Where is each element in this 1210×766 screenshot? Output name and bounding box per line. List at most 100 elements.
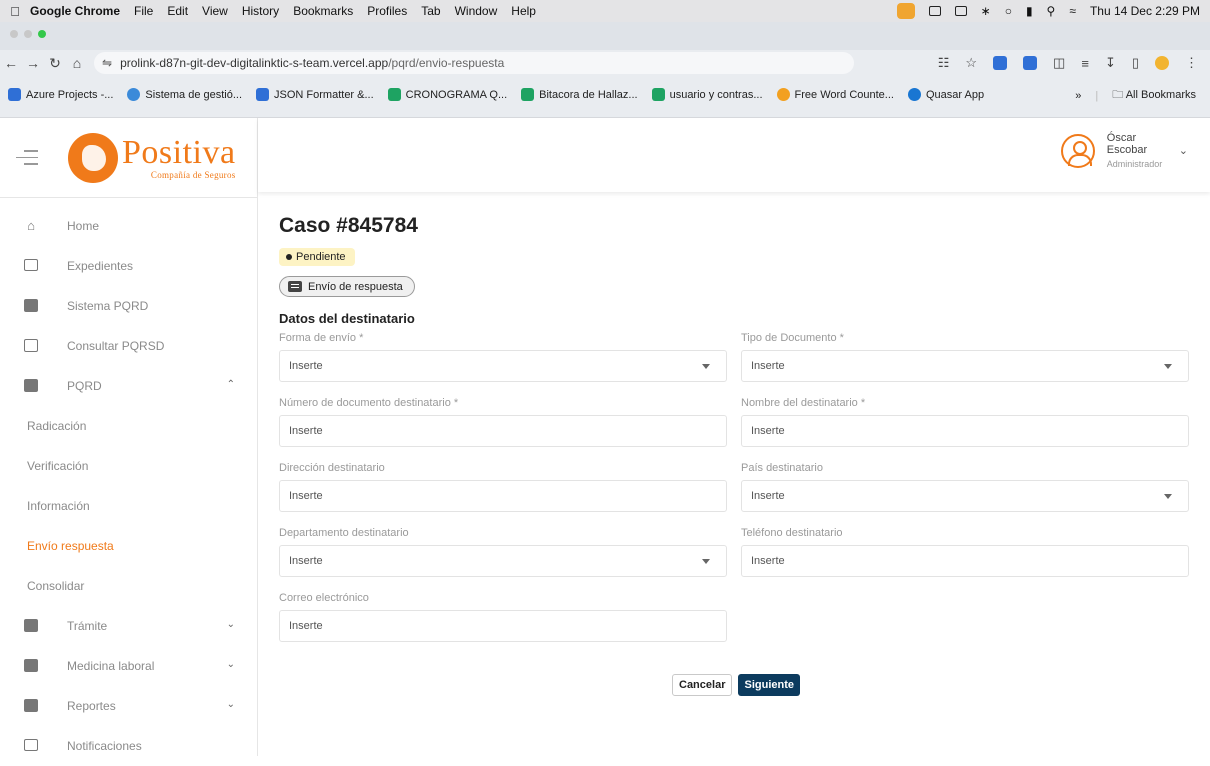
menu-tab[interactable]: Tab — [421, 4, 440, 18]
forma-envio-select[interactable]: Inserte — [279, 350, 727, 382]
sidebar-item-medicina-laboral[interactable]: Medicina laboral ⌄ — [0, 646, 257, 686]
sidebar-item-tramite[interactable]: Trámite ⌄ — [0, 606, 257, 646]
minimize-window-button[interactable] — [24, 30, 32, 38]
sidebar-item-label: Sistema PQRD — [67, 299, 149, 313]
next-button[interactable]: Siguiente — [738, 674, 800, 696]
step-chip[interactable]: Envío de respuesta — [279, 276, 415, 297]
side-panel-icon[interactable]: ▯ — [1132, 55, 1139, 71]
zoom-window-button[interactable] — [38, 30, 46, 38]
battery-icon[interactable]: ▮ — [1026, 4, 1033, 18]
extension-b-icon[interactable] — [1023, 56, 1038, 70]
hamburger-menu-icon[interactable] — [16, 150, 38, 165]
sidebar-item-sistema-pqrd[interactable]: Sistema PQRD — [0, 286, 257, 326]
bookmark-item[interactable]: Sistema de gestió... — [127, 88, 242, 101]
home-icon[interactable]: ⌂ — [66, 55, 88, 71]
close-window-button[interactable] — [10, 30, 18, 38]
sidebar-item-label: Medicina laboral — [67, 659, 155, 673]
dropdown-arrow-icon — [1164, 364, 1172, 369]
sidebar-item-home[interactable]: ⌂ Home — [0, 206, 257, 246]
site-settings-icon[interactable]: ⇋ — [102, 56, 112, 70]
telefono-input[interactable]: Inserte — [741, 545, 1189, 577]
sidebar-item-label: Trámite — [67, 619, 108, 633]
clock-text[interactable]: Thu 14 Dec 2:29 PM — [1090, 4, 1200, 18]
bookmark-item[interactable]: Bitacora de Hallaz... — [521, 88, 638, 101]
menu-help[interactable]: Help — [511, 4, 536, 18]
bookmark-item[interactable]: JSON Formatter &... — [256, 88, 374, 101]
bookmark-favicon-icon — [256, 88, 270, 101]
os-menubar:  Google Chrome File Edit View History B… — [0, 0, 1210, 22]
more-menu-icon[interactable]: ⋮ — [1185, 55, 1198, 71]
window-icon[interactable] — [954, 6, 967, 16]
nombre-destinatario-input[interactable]: Inserte — [741, 415, 1189, 447]
bluetooth-icon[interactable]: ∗ — [981, 4, 991, 18]
menu-edit[interactable]: Edit — [167, 4, 188, 18]
sidebar-item-expedientes[interactable]: Expedientes — [0, 246, 257, 286]
menu-profiles[interactable]: Profiles — [367, 4, 407, 18]
reload-icon[interactable]: ↻ — [44, 55, 66, 72]
all-bookmarks-button[interactable]: 🗀 All Bookmarks — [1112, 86, 1196, 105]
apple-icon[interactable]:  — [0, 4, 30, 19]
sidebar-item-pqrd[interactable]: PQRD ⌃ — [0, 366, 257, 406]
sidebar-subitem-radicacion[interactable]: Radicación — [0, 406, 257, 446]
correo-input[interactable]: Inserte — [279, 610, 727, 642]
status-dot-icon — [286, 254, 292, 260]
sidebar-subitem-informacion[interactable]: Información — [0, 486, 257, 526]
user-menu[interactable]: Óscar Escobar Administrador ⌄ — [1060, 132, 1188, 169]
sidebar-subitem-consolidar[interactable]: Consolidar — [0, 566, 257, 606]
bookmark-item[interactable]: Free Word Counte... — [776, 88, 894, 101]
building-icon — [24, 299, 38, 313]
menu-window[interactable]: Window — [455, 4, 498, 18]
bookmark-item[interactable]: Quasar App — [907, 88, 984, 101]
direccion-input[interactable]: Inserte — [279, 480, 727, 512]
chevron-down-icon: ⌄ — [226, 659, 235, 670]
sidebar-item-consultar-pqrsd[interactable]: Consultar PQRSD — [0, 326, 257, 366]
sidebar-item-label: Reportes — [67, 699, 116, 713]
forward-icon[interactable]: → — [22, 55, 44, 71]
more-bookmarks-button[interactable]: » — [1075, 90, 1081, 102]
sidebar-subitem-envio-respuesta[interactable]: Envío respuesta — [0, 526, 257, 566]
step-chip-label: Envío de respuesta — [308, 280, 403, 293]
logo-word: Positiva — [122, 133, 236, 171]
bookmark-item[interactable]: usuario y contras... — [651, 88, 763, 101]
bookmark-star-icon[interactable]: ☆ — [965, 55, 977, 71]
sidebar-item-notificaciones[interactable]: Notificaciones — [0, 726, 257, 766]
menu-app-name[interactable]: Google Chrome — [30, 4, 120, 18]
all-bookmarks-label: All Bookmarks — [1125, 89, 1196, 101]
sidebar-item-label: Consolidar — [27, 579, 85, 593]
menu-bookmarks[interactable]: Bookmarks — [293, 4, 353, 18]
microphone-icon[interactable] — [896, 3, 915, 19]
profile-icon[interactable] — [1155, 56, 1169, 70]
chevron-down-icon[interactable]: ⌄ — [1179, 144, 1188, 157]
menu-history[interactable]: History — [242, 4, 279, 18]
bookmark-label: usuario y contras... — [669, 88, 763, 101]
pais-select[interactable]: Inserte — [741, 480, 1189, 512]
play-icon[interactable]: ○ — [1005, 4, 1012, 18]
bookmark-favicon-icon — [8, 88, 21, 101]
menu-view[interactable]: View — [202, 4, 228, 18]
numero-documento-input[interactable]: Inserte — [279, 415, 727, 447]
sidebar-subitem-verificacion[interactable]: Verificación — [0, 446, 257, 486]
extension-icon[interactable] — [993, 56, 1008, 70]
wifi-icon[interactable]: ≈ — [1069, 4, 1076, 18]
back-icon[interactable]: ← — [0, 55, 22, 71]
download-icon[interactable]: ↧ — [1105, 55, 1116, 71]
tipo-documento-select[interactable]: Inserte — [741, 350, 1189, 382]
cancel-button[interactable]: Cancelar — [672, 674, 733, 696]
bookmark-label: Azure Projects -... — [26, 88, 114, 101]
menubar-status-area: ∗ ○ ▮ ⚲ ≈ Thu 14 Dec 2:29 PM — [896, 0, 1200, 22]
address-bar[interactable]: ⇋ prolink-d87n-git-dev-digitalinktic-s-t… — [94, 52, 854, 74]
reading-list-icon[interactable]: ≡ — [1081, 56, 1089, 71]
forma-envio-field: Forma de envío * Inserte — [279, 332, 727, 382]
positiva-logo[interactable]: Positiva Compañía de Seguros — [68, 132, 236, 183]
menu-file[interactable]: File — [134, 4, 153, 18]
search-icon[interactable]: ⚲ — [1047, 4, 1056, 18]
translate-icon[interactable]: ☷ — [938, 55, 950, 71]
bookmarks-bar: Azure Projects -... Sistema de gestió...… — [0, 76, 1210, 118]
browser-tabstrip — [0, 22, 1210, 50]
bookmark-item[interactable]: Azure Projects -... — [8, 88, 113, 101]
bookmark-item[interactable]: CRONOGRAMA Q... — [387, 88, 507, 101]
extensions-puzzle-icon[interactable]: ◫ — [1053, 55, 1065, 71]
screen-icon[interactable] — [928, 6, 941, 16]
departamento-select[interactable]: Inserte — [279, 545, 727, 577]
sidebar-item-reportes[interactable]: Reportes ⌄ — [0, 686, 257, 726]
